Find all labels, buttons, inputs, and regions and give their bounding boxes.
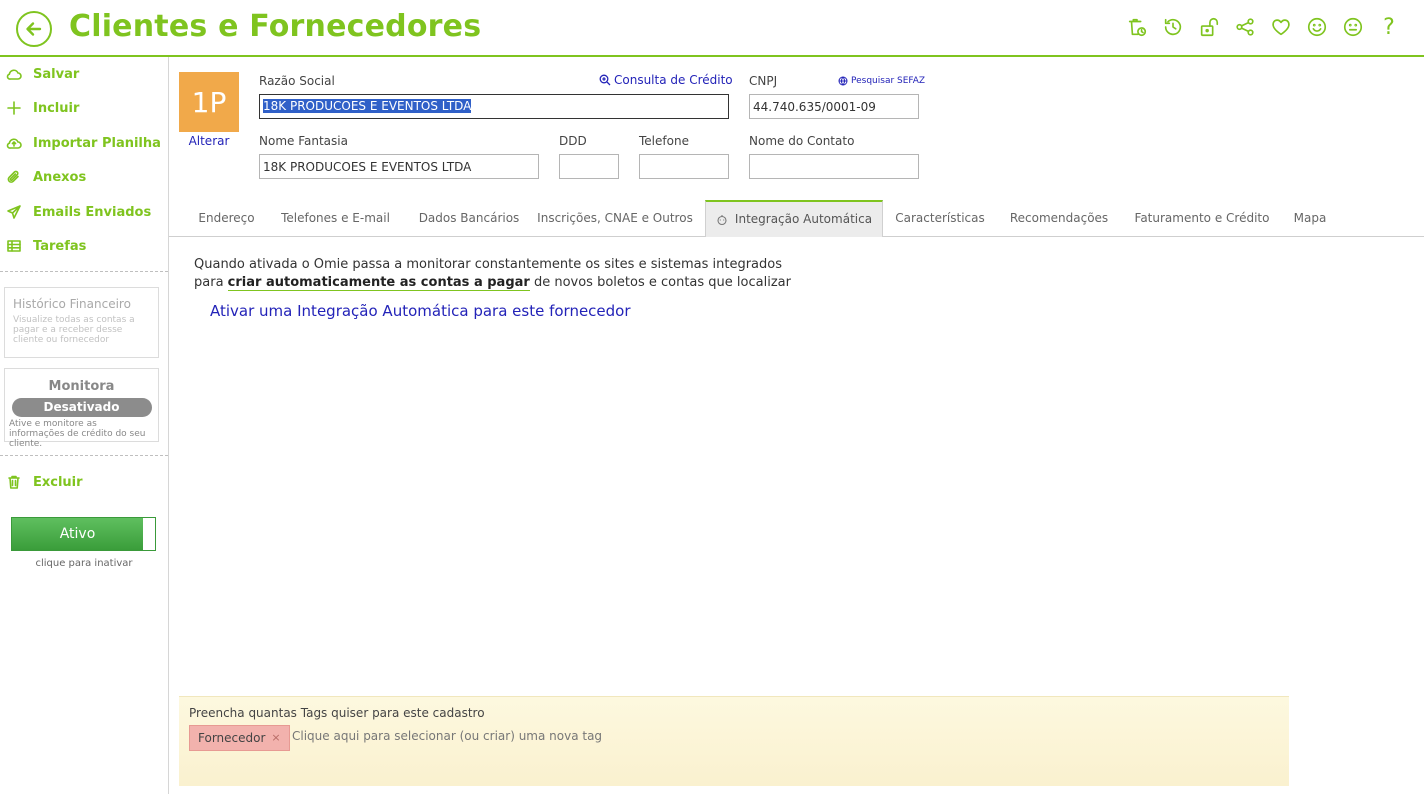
cnpj-label: CNPJ — [749, 74, 778, 88]
razao-social-label: Razão Social — [259, 74, 335, 88]
consulta-credito-text: Consulta de Crédito — [614, 73, 733, 87]
nome-fantasia-label: Nome Fantasia — [259, 134, 348, 148]
nome-contato-input[interactable] — [749, 154, 919, 179]
table-icon — [6, 238, 22, 254]
heart-icon[interactable] — [1268, 14, 1294, 40]
tab-dados-bancarios[interactable]: Dados Bancários — [409, 200, 529, 237]
page-title: Clientes e Fornecedores — [69, 9, 482, 44]
help-glyph: ? — [1383, 14, 1395, 40]
razao-social-value: 18K PRODUCOES E EVENTOS LTDA — [263, 99, 472, 113]
status-toggle-button[interactable]: Ativo — [11, 517, 156, 551]
description-line-1: Quando ativada o Omie passa a monitorar … — [194, 257, 782, 272]
tab-telefones-email[interactable]: Telefones e E-mail — [273, 200, 398, 237]
status-label: Ativo — [12, 518, 143, 550]
sidebar-item-emails-enviados[interactable]: Emails Enviados — [0, 199, 168, 225]
sidebar-divider — [0, 455, 168, 456]
sidebar-item-label: Salvar — [33, 66, 80, 82]
tag-chip: Fornecedor × — [189, 725, 290, 751]
monitora-title: Monitora — [48, 379, 115, 394]
alterar-avatar-link[interactable]: Alterar — [179, 134, 239, 148]
razao-social-input[interactable]: 18K PRODUCOES E EVENTOS LTDA — [259, 94, 729, 119]
sidebar-item-anexos[interactable]: Anexos — [0, 164, 168, 190]
tags-title: Preencha quantas Tags quiser para este c… — [189, 706, 485, 720]
sidebar-item-excluir[interactable]: Excluir — [0, 469, 168, 495]
zoom-in-icon — [599, 74, 611, 86]
historico-title: Histórico Financeiro — [13, 297, 131, 311]
page-header: Clientes e Fornecedores ? — [0, 0, 1424, 57]
tab-caracteristicas[interactable]: Características — [889, 200, 991, 237]
send-icon — [6, 204, 22, 220]
tag-label: Fornecedor — [198, 731, 266, 745]
sidebar-item-label: Tarefas — [33, 238, 87, 254]
tab-recomendacoes[interactable]: Recomendações — [1003, 200, 1115, 237]
trash-clock-icon[interactable] — [1124, 14, 1150, 40]
ddd-input[interactable] — [559, 154, 619, 179]
back-button[interactable] — [16, 11, 52, 47]
help-icon[interactable]: ? — [1376, 14, 1402, 40]
robot-icon — [717, 214, 727, 225]
status-hint: clique para inativar — [35, 558, 133, 569]
smile-icon[interactable] — [1304, 14, 1330, 40]
tags-panel: Preencha quantas Tags quiser para este c… — [179, 696, 1289, 786]
new-tag-input[interactable]: Clique aqui para selecionar (ou criar) u… — [292, 729, 602, 743]
app-window: Clientes e Fornecedores ? Salvar Incluir… — [0, 0, 1424, 794]
tab-label: Integração Automática — [734, 212, 873, 226]
telefone-label: Telefone — [639, 134, 689, 148]
monitora-desc: Ative e monitore as informações de crédi… — [9, 419, 146, 449]
consulta-credito-link[interactable]: Consulta de Crédito — [599, 73, 733, 87]
telefone-input[interactable] — [639, 154, 729, 179]
neutral-face-icon[interactable] — [1340, 14, 1366, 40]
sidebar: Salvar Incluir Importar Planilha Anexos … — [0, 57, 169, 794]
share-icon[interactable] — [1232, 14, 1258, 40]
description-line-2: para criar automaticamente as contas a p… — [194, 274, 791, 292]
monitora-card: Monitora Desativado Ative e monitore as … — [4, 368, 159, 449]
ddd-label: DDD — [559, 134, 587, 148]
pesquisar-sefaz-text: Pesquisar SEFAZ — [851, 76, 926, 86]
sidebar-item-label: Anexos — [33, 169, 87, 185]
tab-integracao-automatica[interactable]: Integração Automática — [705, 200, 883, 237]
tab-inscricoes[interactable]: Inscrições, CNAE e Outros — [535, 200, 695, 237]
pesquisar-sefaz-link[interactable]: Pesquisar SEFAZ — [838, 76, 925, 86]
trash-icon — [6, 474, 22, 490]
unlock-icon[interactable] — [1196, 14, 1222, 40]
sidebar-item-label: Importar Planilha — [33, 135, 161, 151]
tab-bar: Endereço Telefones e E-mail Dados Bancár… — [169, 200, 1424, 237]
historico-desc: Visualize todas as contas a pagar e a re… — [13, 315, 135, 345]
nome-contato-label: Nome do Contato — [749, 134, 855, 148]
plus-icon — [6, 100, 22, 116]
sidebar-item-salvar[interactable]: Salvar — [0, 61, 168, 87]
line2-prefix: para — [194, 275, 228, 290]
history-icon[interactable] — [1160, 14, 1186, 40]
line2-bold: criar automaticamente as contas a pagar — [227, 275, 530, 291]
sidebar-item-tarefas[interactable]: Tarefas — [0, 233, 168, 259]
line2-suffix: de novos boletos e contas que localizar — [529, 275, 791, 290]
avatar: 1P — [179, 72, 239, 132]
historico-financeiro-card[interactable]: Histórico Financeiro Visualize todas as … — [4, 287, 159, 358]
cloud-icon — [6, 66, 22, 82]
sidebar-item-incluir[interactable]: Incluir — [0, 95, 168, 121]
globe-icon — [838, 76, 848, 86]
paperclip-icon — [6, 169, 22, 185]
tab-faturamento-credito[interactable]: Faturamento e Crédito — [1128, 200, 1276, 237]
sidebar-item-importar-planilha[interactable]: Importar Planilha — [0, 130, 168, 156]
monitora-toggle[interactable]: Desativado — [11, 398, 152, 417]
sidebar-item-label: Incluir — [33, 100, 80, 116]
integracao-description: Quando ativada o Omie passa a monitorar … — [194, 256, 791, 292]
cnpj-input[interactable] — [749, 94, 919, 119]
sidebar-item-label: Excluir — [33, 474, 83, 490]
cloud-upload-icon — [6, 135, 22, 151]
ativar-integracao-link[interactable]: Ativar uma Integração Automática para es… — [210, 302, 631, 320]
tab-endereco[interactable]: Endereço — [185, 200, 268, 237]
sidebar-divider — [0, 271, 168, 272]
sidebar-item-label: Emails Enviados — [33, 204, 152, 220]
remove-tag-icon[interactable]: × — [271, 726, 280, 750]
header-toolbar: ? — [1124, 14, 1402, 40]
tab-mapa[interactable]: Mapa — [1284, 200, 1336, 237]
nome-fantasia-input[interactable] — [259, 154, 539, 179]
arrow-left-icon — [26, 22, 42, 36]
